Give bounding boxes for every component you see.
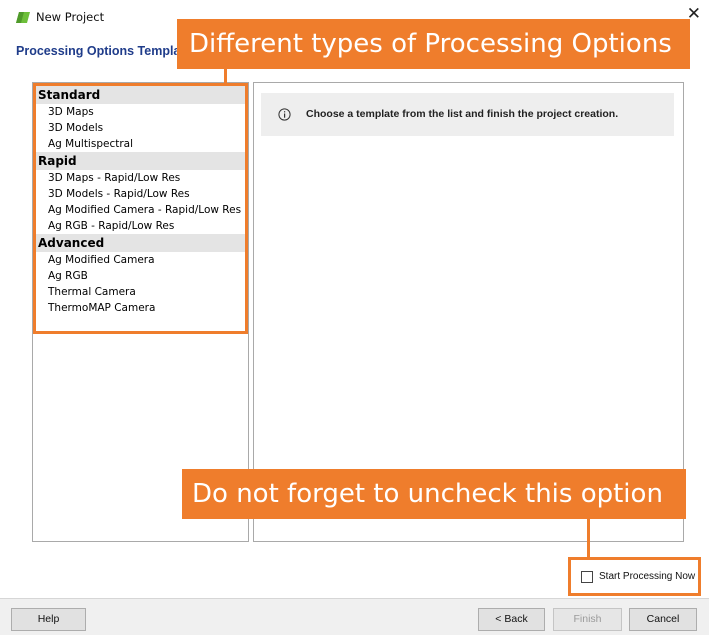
help-button[interactable]: Help xyxy=(11,608,86,631)
cancel-button[interactable]: Cancel xyxy=(629,608,697,631)
page-title: Processing Options Templa xyxy=(16,44,181,58)
template-list-highlight xyxy=(33,83,248,334)
back-button[interactable]: < Back xyxy=(478,608,545,631)
dialog-footer: Help < Back Finish Cancel xyxy=(0,598,709,635)
app-logo-icon xyxy=(16,12,30,23)
annotation-callout-bottom: Do not forget to uncheck this option xyxy=(182,469,686,519)
annotation-callout-top: Different types of Processing Options xyxy=(177,19,690,69)
finish-button: Finish xyxy=(553,608,622,631)
start-processing-checkbox[interactable] xyxy=(581,571,593,583)
callout-connector xyxy=(224,69,227,83)
window-title: New Project xyxy=(36,10,105,24)
info-message-box: Choose a template from the list and fini… xyxy=(261,93,674,136)
info-message: Choose a template from the list and fini… xyxy=(306,108,619,120)
start-processing-label[interactable]: Start Processing Now xyxy=(599,571,695,583)
callout-connector xyxy=(587,519,590,559)
info-icon xyxy=(278,108,291,121)
